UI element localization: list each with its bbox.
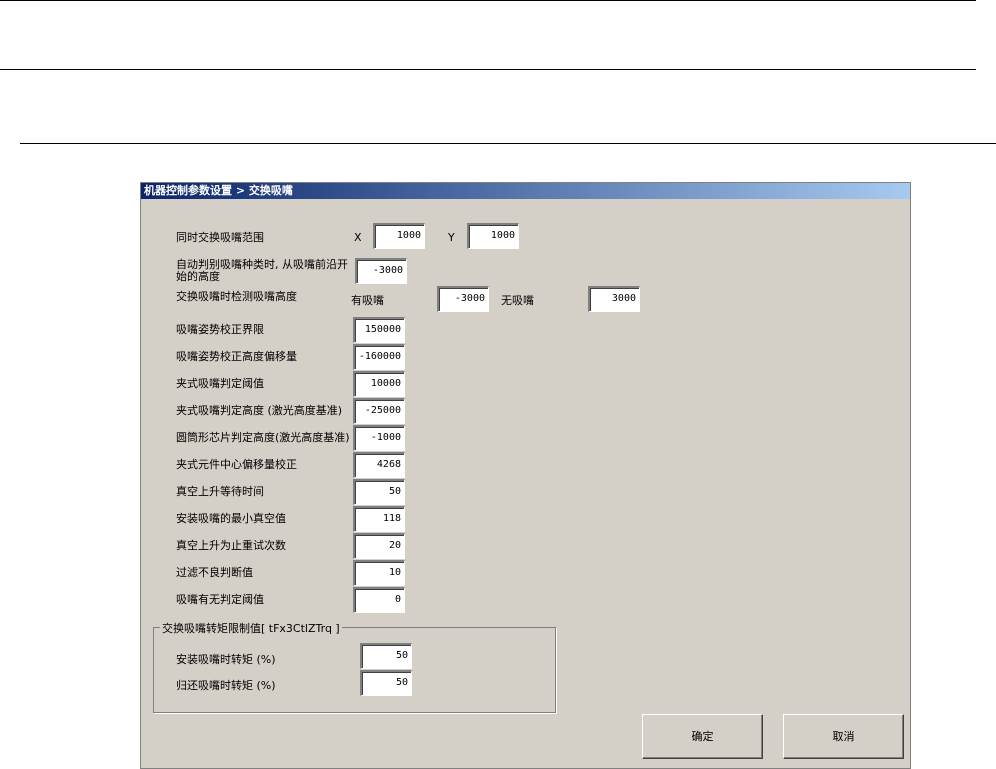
divider <box>20 143 996 144</box>
install-torque-label: 安装吸嘴时转矩 (%) <box>176 653 276 666</box>
param-label: 安装吸嘴的最小真空值 <box>176 512 286 525</box>
with-nozzle-input[interactable]: -3000 <box>437 286 489 312</box>
param-label: 真空上升等待时间 <box>176 485 264 498</box>
nozzle-exchange-dialog: 机器控制参数设置 > 交换吸嘴 同时交换吸嘴范围 X 1000 Y 1000 自… <box>140 182 911 769</box>
param-input[interactable]: -160000 <box>353 344 405 370</box>
divider <box>0 0 976 1</box>
param-input[interactable]: -25000 <box>353 398 405 424</box>
simultaneous-range-label: 同时交换吸嘴范围 <box>176 231 264 244</box>
divider <box>0 69 976 70</box>
param-input[interactable]: -1000 <box>353 425 405 451</box>
torque-group-title: 交换吸嘴转矩限制值[ tFx3CtlZTrq ] <box>160 620 342 636</box>
range-x-input[interactable]: 1000 <box>373 223 425 249</box>
param-label: 夹式吸嘴判定高度 (激光高度基准) <box>176 404 343 417</box>
with-nozzle-label: 有吸嘴 <box>351 294 384 307</box>
param-input[interactable]: 118 <box>353 506 405 532</box>
param-input[interactable]: 10000 <box>353 371 405 397</box>
param-input[interactable]: 20 <box>353 533 405 559</box>
range-y-input[interactable]: 1000 <box>467 223 519 249</box>
cancel-button[interactable]: 取消 <box>783 714 904 759</box>
y-label: Y <box>448 231 455 244</box>
auto-detect-height-label-2: 始的高度 <box>176 270 220 283</box>
ok-button[interactable]: 确定 <box>642 714 763 759</box>
install-torque-input[interactable]: 50 <box>360 643 412 669</box>
without-nozzle-input[interactable]: 3000 <box>588 286 640 312</box>
param-label: 夹式吸嘴判定阈值 <box>176 377 264 390</box>
torque-limit-group: 交换吸嘴转矩限制值[ tFx3CtlZTrq ] 安装吸嘴时转矩 (%) 50 … <box>153 620 556 713</box>
param-label: 真空上升为止重试次数 <box>176 539 286 552</box>
param-label: 吸嘴有无判定阈值 <box>176 593 264 606</box>
detect-height-label: 交换吸嘴时检测吸嘴高度 <box>176 290 297 303</box>
param-label: 过滤不良判断值 <box>176 566 253 579</box>
param-label: 圆筒形芯片判定高度(激光高度基准) <box>176 431 350 444</box>
return-torque-label: 归还吸嘴时转矩 (%) <box>176 679 276 692</box>
auto-detect-height-input[interactable]: -3000 <box>355 258 407 284</box>
dialog-title: 机器控制参数设置 > 交换吸嘴 <box>141 183 910 199</box>
param-input[interactable]: 4268 <box>353 452 405 478</box>
param-label: 吸嘴姿势校正界限 <box>176 323 264 336</box>
param-input[interactable]: 0 <box>353 587 405 613</box>
param-input[interactable]: 10 <box>353 560 405 586</box>
without-nozzle-label: 无吸嘴 <box>501 294 534 307</box>
param-input[interactable]: 50 <box>353 479 405 505</box>
param-input[interactable]: 150000 <box>353 317 405 343</box>
x-label: X <box>354 231 362 244</box>
param-label: 夹式元件中心偏移量校正 <box>176 458 297 471</box>
return-torque-input[interactable]: 50 <box>360 670 412 696</box>
param-label: 吸嘴姿势校正高度偏移量 <box>176 350 297 363</box>
